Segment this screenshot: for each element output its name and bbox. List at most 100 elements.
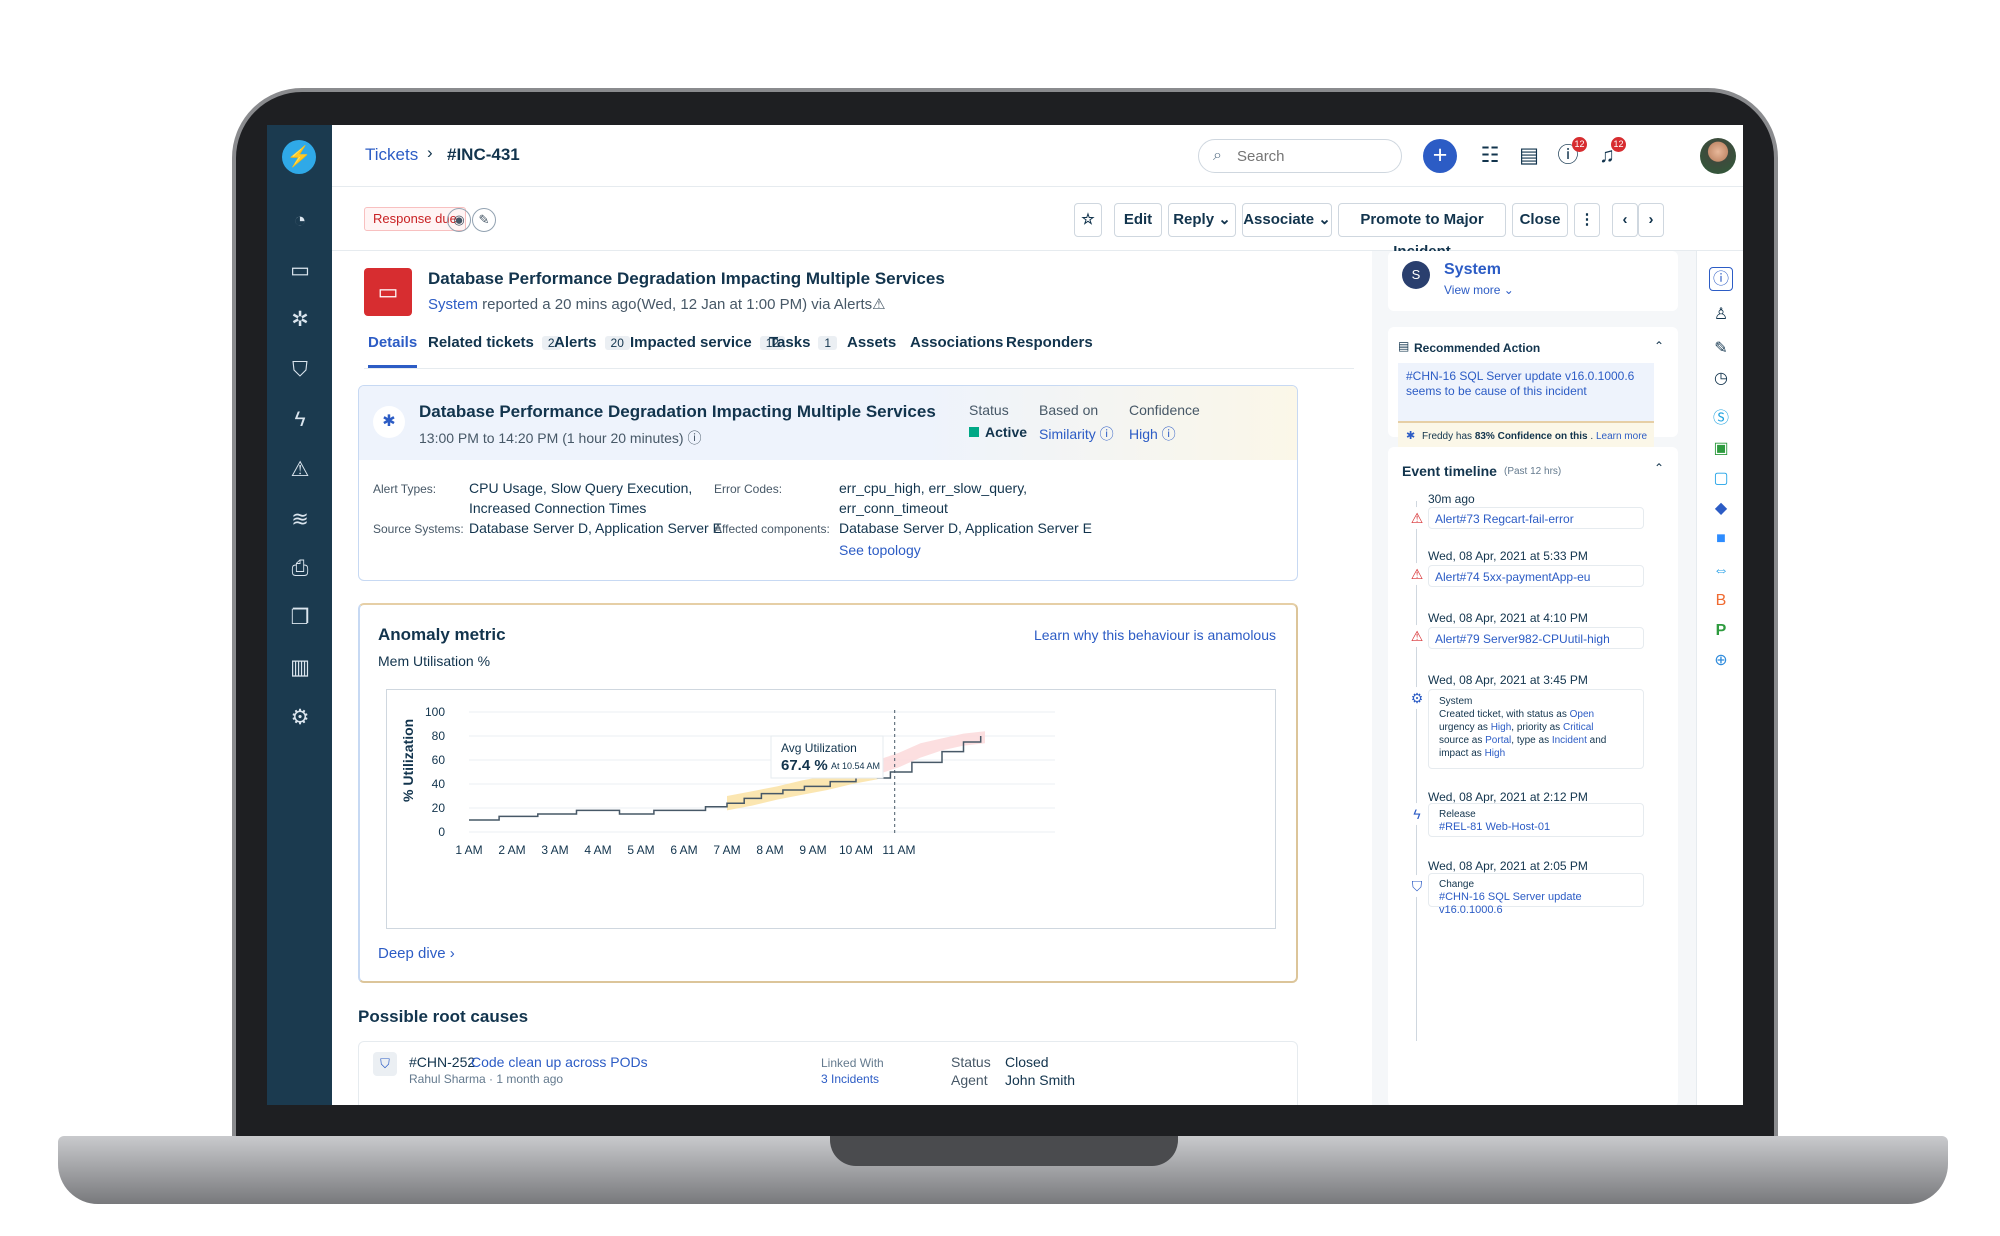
recommended-box: #CHN-16 SQL Server update v16.0.1000.6 s… (1398, 363, 1654, 423)
teamviewer-icon[interactable]: ⇔ (1709, 559, 1733, 583)
solutions-book-icon[interactable]: ❐ (285, 603, 315, 633)
tab-impacted-service[interactable]: Impacted service 12 (630, 334, 786, 368)
notes-pencil-icon[interactable]: ✎ (1709, 337, 1733, 361)
source-systems-label: Source Systems: (373, 522, 464, 536)
rc-agent-label: Agent (951, 1072, 988, 1088)
right-details-panel: S System View more ⌄ ▤ Recommended Actio… (1372, 251, 1696, 1105)
laptop-notch (830, 1136, 1178, 1166)
event-5-link[interactable]: #REL-81 Web-Host-01 (1439, 821, 1633, 834)
more-options-icon[interactable]: ⋮ (1574, 203, 1600, 237)
releases-icon[interactable]: ϟ (285, 405, 315, 435)
root-cause-title-link[interactable]: Code clean up across PODs (471, 1054, 648, 1070)
recommended-text[interactable]: #CHN-16 SQL Server update v16.0.1000.6 s… (1406, 369, 1650, 399)
app-b-icon[interactable]: B (1709, 589, 1733, 613)
app-p-icon[interactable]: P (1709, 619, 1733, 643)
new-item-plus-button[interactable]: + (1423, 139, 1457, 173)
linked-incidents-link[interactable]: 3 Incidents (821, 1072, 879, 1086)
edit-pencil-icon[interactable]: ✎ (472, 208, 496, 232)
deep-dive-link[interactable]: Deep dive › (378, 945, 455, 962)
tickets-icon[interactable]: ▭ (285, 256, 315, 286)
requester-name[interactable]: System (1444, 261, 1501, 279)
previous-ticket-chevron-icon[interactable]: ‹ (1612, 203, 1638, 237)
problems-bug-icon[interactable]: ✲ (285, 305, 315, 335)
zoom-icon[interactable]: ■ (1709, 527, 1733, 551)
info-icon[interactable]: ⓘ (1709, 267, 1733, 291)
root-cause-item[interactable]: ⛉ #CHN-252 Code clean up across PODs Rah… (358, 1041, 1298, 1105)
search-box[interactable]: ⌕ (1198, 139, 1402, 173)
next-ticket-chevron-icon[interactable]: › (1638, 203, 1664, 237)
reply-button[interactable]: Reply ⌄ (1168, 203, 1236, 237)
dashboard-icon[interactable]: ◔ (285, 206, 315, 236)
breadcrumb-tickets-link[interactable]: Tickets (365, 145, 418, 165)
view-more-link[interactable]: View more ⌄ (1444, 283, 1514, 297)
add-app-plus-icon[interactable]: ⊕ (1709, 649, 1733, 673)
x-tick-label: 9 AM (799, 843, 826, 857)
settings-gear-icon[interactable]: ⚙ (285, 703, 315, 733)
changes-shield-icon[interactable]: ⛉ (285, 355, 315, 385)
user-icon[interactable]: ♙ (1709, 303, 1733, 327)
confidence-value[interactable]: High ⓘ (1129, 424, 1176, 444)
timeline-collapse-icon[interactable]: ⌃ (1654, 461, 1664, 475)
ticket-toolbar: Response due ◉ ✎ ☆ Edit Reply ⌄ Associat… (332, 187, 1743, 260)
event-3-date: Wed, 08 Apr, 2021 at 4:10 PM (1428, 611, 1588, 625)
tab-alerts[interactable]: Alerts 20 (554, 334, 630, 368)
event-3-link[interactable]: Alert#79 Server982-CPUutil-high (1428, 627, 1644, 649)
error-codes-label: Error Codes: (714, 482, 783, 496)
todo-checklist-icon[interactable]: ☷ (1473, 139, 1507, 173)
collapse-chevron-icon[interactable]: ⌃ (1654, 339, 1664, 353)
app-logo-icon[interactable]: ⚡ (282, 140, 316, 174)
change-shield-icon: ⛉ (373, 1052, 397, 1076)
event-2-date: Wed, 08 Apr, 2021 at 5:33 PM (1428, 549, 1588, 563)
tab-related-tickets[interactable]: Related tickets 2 (428, 334, 561, 368)
document-icon: ▤ (1398, 339, 1410, 353)
watch-eye-icon[interactable]: ◉ (447, 208, 471, 232)
chat-app-icon[interactable]: ▢ (1709, 467, 1733, 491)
tab-associations[interactable]: Associations (910, 334, 1003, 368)
event-timeline-card: Event timeline (Past 12 hrs) ⌃ 30m ago ⚠… (1388, 447, 1678, 1105)
linked-with-label: Linked With (821, 1056, 884, 1070)
see-topology-link[interactable]: See topology (839, 540, 921, 560)
star-favorite-icon[interactable]: ☆ (1074, 203, 1102, 237)
learn-why-link[interactable]: Learn why this behaviour is anamolous (1034, 627, 1276, 643)
recommended-action-card: ▤ Recommended Action ⌃ #CHN-16 SQL Serve… (1388, 327, 1678, 453)
search-input[interactable] (1237, 148, 1387, 165)
x-tick-label: 4 AM (584, 843, 611, 857)
analytics-icon[interactable]: ▥ (285, 653, 315, 683)
calendar-icon[interactable]: ▤ (1512, 139, 1546, 173)
root-cause-id: #CHN-252 (409, 1054, 476, 1070)
tab-assets[interactable]: Assets (847, 334, 896, 368)
edit-button[interactable]: Edit (1114, 203, 1162, 237)
tab-details[interactable]: Details (368, 334, 418, 368)
help-icon[interactable]: ⓘ 12 (1551, 137, 1587, 173)
event-2-link[interactable]: Alert#74 5xx-paymentApp-eu (1428, 565, 1644, 587)
rc-agent-value: John Smith (1005, 1072, 1076, 1088)
assets-layers-icon[interactable]: ≋ (285, 505, 315, 535)
y-tick-label: 40 (432, 777, 446, 791)
event-6-box: Change #CHN-16 SQL Server update v16.0.1… (1428, 873, 1644, 916)
user-avatar[interactable] (1700, 138, 1736, 174)
incident-title: Database Performance Degradation Impacti… (419, 402, 936, 421)
skype-icon[interactable]: Ⓢ (1709, 407, 1733, 431)
promote-major-incident-button[interactable]: Promote to Major Incident (1338, 203, 1506, 260)
associate-button[interactable]: Associate ⌄ (1242, 203, 1332, 237)
tab-tasks[interactable]: Tasks 1 (769, 334, 838, 368)
tooltip-value: 67.4 % (781, 757, 828, 774)
affected-components-value: Database Server D, Application Server E (839, 520, 1092, 536)
event-1-link[interactable]: Alert#73 Regcart-fail-error (1428, 507, 1644, 529)
history-clock-icon[interactable]: ◷ (1709, 367, 1733, 391)
jira-diamond-icon[interactable]: ◆ (1709, 497, 1733, 521)
ticket-tabs: Details Related tickets 2 Alerts 20 Impact… (364, 327, 1354, 369)
reporter-link[interactable]: System (428, 296, 478, 313)
event-6-link[interactable]: #CHN-16 SQL Server update v16.0.1000.6 (1439, 891, 1633, 917)
notifications-badge: 12 (1611, 137, 1626, 152)
based-on-value[interactable]: Similarity ⓘ (1039, 424, 1114, 444)
learn-more-link[interactable]: Learn more (1596, 431, 1647, 442)
notifications-bell-icon[interactable]: ♫ 12 (1590, 137, 1626, 173)
alerts-icon[interactable]: ⚠ (285, 455, 315, 485)
sidebar: ⚡ ◔ ▭ ✲ ⛉ ϟ ⚠ ≋ ⎙ ❐ ▥ ⚙ (267, 125, 332, 1105)
close-ticket-button[interactable]: Close (1512, 203, 1568, 237)
tab-responders[interactable]: Responders (1006, 334, 1093, 368)
google-meet-icon[interactable]: ▣ (1709, 437, 1733, 461)
confidence-label: Confidence (1129, 402, 1200, 418)
inventory-icon[interactable]: ⎙ (285, 554, 315, 584)
